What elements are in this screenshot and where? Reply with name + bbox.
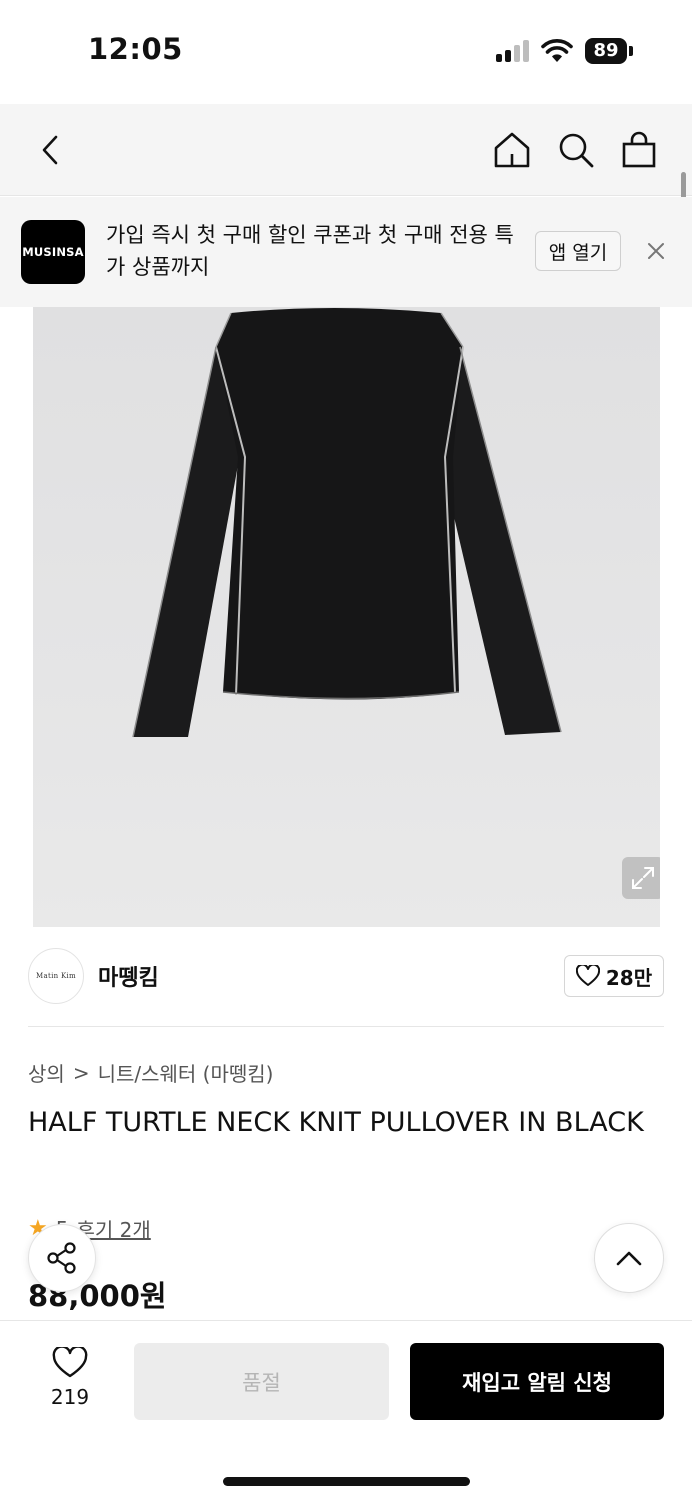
product-image[interactable] [33, 307, 660, 927]
chevron-up-icon [616, 1251, 642, 1266]
brand-logo[interactable]: Matin Kim [28, 948, 84, 1004]
scroll-to-top-button[interactable] [594, 1223, 664, 1293]
battery-nub [629, 46, 633, 56]
wishlist-button[interactable]: 219 [40, 1345, 100, 1409]
breadcrumb-category[interactable]: 상의 [28, 1058, 65, 1087]
back-icon[interactable] [26, 126, 74, 174]
divider [28, 1026, 664, 1027]
restock-alert-button[interactable]: 재입고 알림 신청 [410, 1343, 664, 1420]
home-icon[interactable] [488, 126, 536, 174]
top-navigation [0, 104, 692, 196]
battery-level: 89 [585, 38, 627, 64]
brand-like-button[interactable]: 28만 [564, 955, 664, 997]
search-icon[interactable] [552, 126, 600, 174]
expand-icon[interactable] [622, 857, 660, 899]
wishlist-count: 219 [50, 1385, 90, 1409]
home-indicator[interactable] [223, 1477, 470, 1486]
sold-out-button: 품절 [134, 1343, 389, 1420]
close-icon[interactable] [644, 239, 668, 263]
open-app-button[interactable]: 앱 열기 [535, 231, 621, 271]
promo-message: 가입 즉시 첫 구매 할인 쿠폰과 첫 구매 전용 특가 상품까지 [106, 223, 514, 279]
status-bar: 12:05 89 [0, 0, 692, 104]
share-button[interactable] [28, 1224, 96, 1292]
bottom-action-bar: 219 품절 재입고 알림 신청 [0, 1320, 692, 1500]
status-time: 12:05 [88, 32, 183, 66]
sweater-illustration [132, 308, 562, 738]
heart-icon [52, 1345, 88, 1378]
breadcrumb-subcategory[interactable]: 니트/스웨터 (마뗑킴) [98, 1058, 274, 1087]
cellular-signal-icon [496, 40, 532, 62]
share-icon [47, 1242, 76, 1274]
brand-like-count: 28만 [605, 965, 653, 990]
breadcrumb: 상의 > 니트/스웨터 (마뗑킴) [28, 1058, 273, 1087]
wifi-icon [541, 39, 573, 62]
shopping-bag-icon[interactable] [615, 126, 663, 174]
product-title: HALF TURTLE NECK KNIT PULLOVER IN BLACK [28, 1107, 644, 1138]
app-promo-banner: MUSINSA 가입 즉시 첫 구매 할인 쿠폰과 첫 구매 전용 특가 상품까… [0, 197, 692, 307]
brand-name[interactable]: 마뗑킴 [98, 960, 159, 992]
heart-icon [575, 965, 600, 986]
musinsa-logo: MUSINSA [21, 220, 85, 284]
breadcrumb-separator: > [72, 1060, 90, 1085]
